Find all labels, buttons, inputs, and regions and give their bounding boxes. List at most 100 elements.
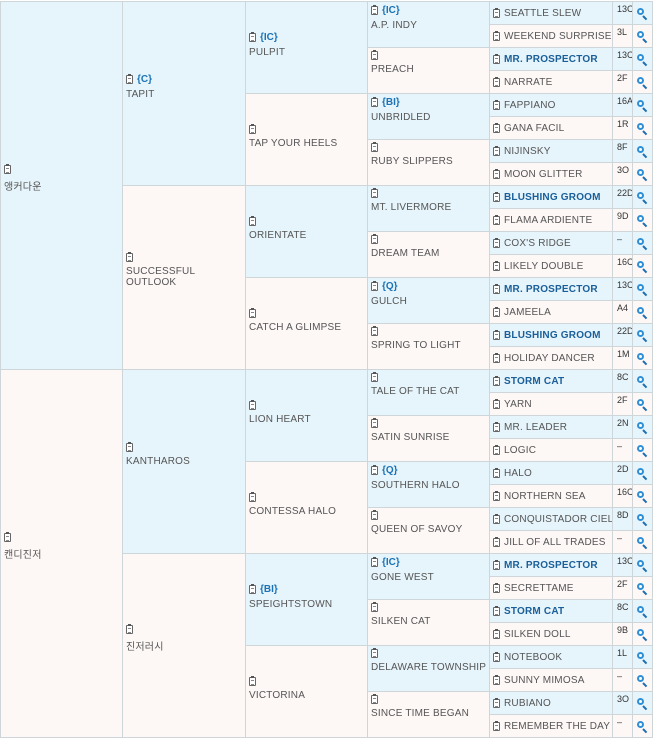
pedigree-cell-gen5[interactable]: YARN (489, 392, 613, 416)
pedigree-cell-gen5[interactable]: REMEMBER THE DAY (489, 714, 613, 738)
clipboard-icon[interactable] (493, 467, 500, 478)
clipboard-icon[interactable] (371, 557, 378, 567)
pedigree-cell-gen5[interactable]: SUNNY MIMOSA (489, 668, 613, 692)
clipboard-icon[interactable] (371, 142, 378, 152)
search-icon[interactable] (637, 122, 648, 134)
pedigree-cell-gen4[interactable]: {IC} GONE WEST (367, 553, 490, 600)
search-icon[interactable] (637, 283, 648, 295)
pedigree-cell-gen4[interactable]: QUEEN OF SAVOY (367, 507, 490, 554)
clipboard-icon[interactable] (371, 648, 378, 658)
pedigree-cell-gen5[interactable]: LOGIC (489, 438, 613, 462)
clipboard-icon[interactable] (493, 605, 500, 616)
search-icon[interactable] (637, 697, 648, 709)
clipboard-icon[interactable] (493, 536, 500, 547)
clipboard-icon[interactable] (249, 307, 256, 318)
horse-name[interactable]: SUCCESSFUL OUTLOOK (126, 266, 245, 288)
search-icon[interactable] (637, 260, 648, 272)
pedigree-cell-gen4[interactable]: DELAWARE TOWNSHIP (367, 645, 490, 692)
horse-name[interactable]: LION HEART (249, 414, 367, 425)
pedigree-cell-gen5[interactable]: NIJINSKY (489, 139, 613, 163)
horse-name[interactable]: BLUSHING GROOM (504, 192, 601, 203)
pedigree-cell-gen4[interactable]: MT. LIVERMORE (367, 185, 490, 232)
clipboard-icon[interactable] (371, 372, 378, 382)
pedigree-cell-gen5[interactable]: BLUSHING GROOM (489, 323, 613, 347)
pedigree-cell-gen4[interactable]: RUBY SLIPPERS (367, 139, 490, 186)
clipboard-icon[interactable] (493, 214, 500, 225)
pedigree-cell-gen1[interactable]: 캔디진저 (0, 369, 123, 738)
pedigree-cell-gen5[interactable]: STORM CAT (489, 369, 613, 393)
horse-name[interactable]: BLUSHING GROOM (504, 330, 601, 341)
clipboard-icon[interactable] (493, 421, 500, 432)
search-icon[interactable] (637, 306, 648, 318)
pedigree-cell-gen2[interactable]: KANTHAROS (122, 369, 246, 554)
horse-name[interactable]: SEATTLE SLEW (504, 8, 581, 19)
pedigree-cell-gen4[interactable]: SATIN SUNRISE (367, 415, 490, 462)
search-icon[interactable] (637, 329, 648, 341)
pedigree-cell-gen4[interactable]: {Q} GULCH (367, 277, 490, 324)
clipboard-icon[interactable] (493, 191, 500, 202)
clipboard-icon[interactable] (126, 73, 133, 84)
horse-name[interactable]: HOLIDAY DANCER (504, 353, 595, 364)
pedigree-cell-gen5[interactable]: MR. LEADER (489, 415, 613, 439)
horse-name[interactable]: TAP YOUR HEELS (249, 138, 367, 149)
pedigree-cell-gen2[interactable]: {C} TAPIT (122, 1, 246, 186)
pedigree-cell-gen3[interactable]: {BI} SPEIGHTSTOWN (245, 553, 368, 646)
clipboard-icon[interactable] (371, 188, 378, 198)
search-icon[interactable] (637, 191, 648, 203)
horse-name[interactable]: SPEIGHTSTOWN (249, 599, 367, 610)
horse-name[interactable]: STORM CAT (504, 606, 564, 617)
horse-name[interactable]: DELAWARE TOWNSHIP (371, 662, 489, 673)
pedigree-cell-gen5[interactable]: LIKELY DOUBLE (489, 254, 613, 278)
horse-name[interactable]: SUNNY MIMOSA (504, 675, 585, 686)
horse-name[interactable]: NORTHERN SEA (504, 491, 586, 502)
clipboard-icon[interactable] (249, 491, 256, 502)
horse-name[interactable]: SECRETTAME (504, 583, 574, 594)
clipboard-icon[interactable] (4, 163, 11, 174)
clipboard-icon[interactable] (493, 99, 500, 110)
clipboard-icon[interactable] (493, 122, 500, 133)
pedigree-cell-gen2[interactable]: 진저러시 (122, 553, 246, 738)
clipboard-icon[interactable] (493, 375, 500, 386)
pedigree-cell-gen3[interactable]: {IC} PULPIT (245, 1, 368, 94)
pedigree-cell-gen5[interactable]: HOLIDAY DANCER (489, 346, 613, 370)
horse-name[interactable]: DREAM TEAM (371, 248, 489, 259)
horse-name[interactable]: 앵커다운 (4, 178, 122, 193)
pedigree-cell-gen5[interactable]: NOTEBOOK (489, 645, 613, 669)
horse-name[interactable]: RUBIANO (504, 698, 551, 709)
pedigree-cell-gen1[interactable]: 앵커다운 (0, 1, 123, 370)
horse-name[interactable]: GULCH (371, 296, 489, 307)
clipboard-icon[interactable] (126, 441, 133, 452)
search-icon[interactable] (637, 559, 648, 571)
pedigree-cell-gen5[interactable]: STORM CAT (489, 599, 613, 623)
clipboard-icon[interactable] (493, 697, 500, 708)
horse-name[interactable]: MOON GLITTER (504, 169, 583, 180)
horse-name[interactable]: MR. PROSPECTOR (504, 54, 598, 65)
clipboard-icon[interactable] (493, 145, 500, 156)
clipboard-icon[interactable] (493, 582, 500, 593)
clipboard-icon[interactable] (493, 352, 500, 363)
pedigree-cell-gen5[interactable]: RUBIANO (489, 691, 613, 715)
clipboard-icon[interactable] (493, 674, 500, 685)
horse-name[interactable]: VICTORINA (249, 690, 367, 701)
pedigree-cell-gen3[interactable]: VICTORINA (245, 645, 368, 738)
pedigree-cell-gen4[interactable]: TALE OF THE CAT (367, 369, 490, 416)
pedigree-cell-gen5[interactable]: NARRATE (489, 70, 613, 94)
horse-name[interactable]: LOGIC (504, 445, 536, 456)
pedigree-cell-gen3[interactable]: TAP YOUR HEELS (245, 93, 368, 186)
pedigree-cell-gen4[interactable]: DREAM TEAM (367, 231, 490, 278)
clipboard-icon[interactable] (493, 651, 500, 662)
search-icon[interactable] (637, 628, 648, 640)
horse-name[interactable]: SATIN SUNRISE (371, 432, 489, 443)
horse-name[interactable]: FLAMA ARDIENTE (504, 215, 592, 226)
horse-name[interactable]: LIKELY DOUBLE (504, 261, 584, 272)
search-icon[interactable] (637, 467, 648, 479)
horse-name[interactable]: SILKEN DOLL (504, 629, 571, 640)
horse-name[interactable]: SINCE TIME BEGAN (371, 708, 489, 719)
pedigree-cell-gen4[interactable]: PREACH (367, 47, 490, 94)
horse-name[interactable]: GONE WEST (371, 572, 489, 583)
horse-name[interactable]: MR. PROSPECTOR (504, 560, 598, 571)
clipboard-icon[interactable] (493, 444, 500, 455)
clipboard-icon[interactable] (493, 559, 500, 570)
horse-name[interactable]: JILL OF ALL TRADES (504, 537, 606, 548)
pedigree-cell-gen3[interactable]: CATCH A GLIMPSE (245, 277, 368, 370)
